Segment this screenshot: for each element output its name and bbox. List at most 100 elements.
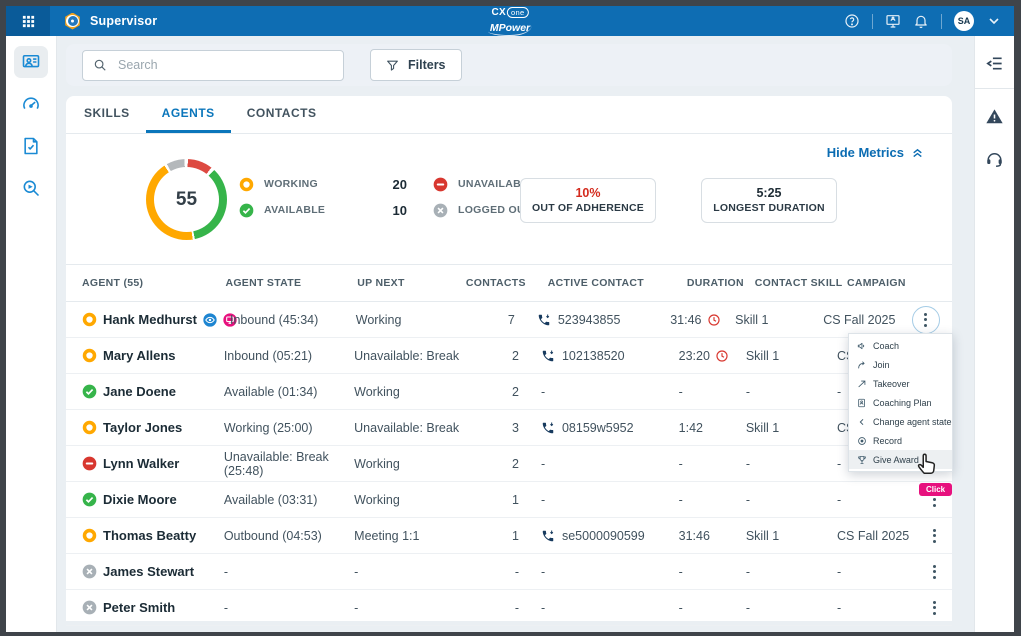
col-header: CAMPAIGN — [844, 277, 940, 289]
menu-item-record[interactable]: Record — [849, 431, 952, 450]
menu-item-coach[interactable]: Coach — [849, 336, 952, 355]
longest-duration-value: 5:25 — [702, 186, 836, 200]
notifications-bell-icon[interactable] — [913, 13, 929, 29]
rnav-alerts[interactable] — [980, 103, 1010, 129]
search-icon — [93, 58, 107, 72]
row-menu-button-active[interactable] — [912, 306, 940, 334]
agent-cell: Taylor Jones — [82, 420, 224, 435]
legend-label: AVAILABLE — [264, 204, 325, 216]
contact-skill: Skill 1 — [733, 313, 820, 327]
help-icon[interactable] — [844, 13, 860, 29]
topbar-divider — [941, 14, 942, 29]
agent-cell: Mary Allens — [82, 348, 224, 363]
agent-name: James Stewart — [103, 564, 194, 579]
row-menu-button[interactable] — [920, 309, 931, 331]
nav-dashboard[interactable] — [14, 88, 48, 120]
menu-item-label: Coaching Plan — [873, 398, 932, 408]
table-row: Lynn WalkerUnavailable: Break (25:48)Wor… — [66, 446, 952, 482]
duration-value: - — [679, 601, 683, 615]
tab-skills[interactable]: SKILLS — [68, 96, 146, 133]
contacts-count: 2 — [461, 457, 519, 471]
tab-agents[interactable]: AGENTS — [146, 96, 231, 133]
menu-item-change-agent-state[interactable]: Change agent state — [849, 412, 952, 431]
left-sidebar — [6, 36, 57, 632]
search-input[interactable] — [116, 57, 333, 73]
up-next: Unavailable: Break — [354, 349, 461, 363]
collapse-panel-icon — [985, 54, 1004, 73]
phone-inbound-icon — [541, 529, 555, 543]
col-header: DURATION — [672, 277, 753, 289]
menu-item-takeover[interactable]: Takeover — [849, 374, 952, 393]
agent-state: Inbound (45:34) — [230, 313, 356, 327]
contacts-count: 7 — [459, 313, 514, 327]
contact-skill: Skill 1 — [744, 529, 834, 543]
col-header: AGENT STATE — [225, 277, 357, 289]
duration-alert-clock-icon — [715, 349, 729, 363]
menu-item-join[interactable]: Join — [849, 355, 952, 374]
search-input-wrapper[interactable] — [82, 50, 344, 81]
agent-name: Jane Doene — [103, 384, 176, 399]
duration-cell: 23:20 — [664, 349, 744, 363]
col-header: UP NEXT — [357, 277, 466, 289]
filters-button[interactable]: Filters — [370, 49, 462, 81]
status-working-icon — [82, 528, 97, 543]
duration-cell: 1:42 — [664, 421, 744, 435]
active-contact-number: 523943855 — [558, 313, 621, 327]
duration-cell: - — [664, 457, 744, 471]
nav-live-monitoring[interactable] — [14, 46, 48, 78]
active-contact-number: - — [541, 385, 545, 399]
headset-icon — [985, 149, 1004, 168]
agent-context-menu: Coach Join Takeover Coaching Plan Change age… — [848, 333, 953, 472]
menu-item-give-award[interactable]: Give Award — [849, 450, 952, 469]
app-launcher-button[interactable] — [6, 6, 50, 36]
status-available-icon — [82, 384, 97, 399]
menu-item-label: Join — [873, 360, 890, 370]
takeover-arrow-icon — [857, 379, 867, 389]
row-menu-button[interactable] — [929, 525, 940, 547]
row-actions — [929, 525, 944, 547]
tab-contacts[interactable]: CONTACTS — [231, 96, 333, 133]
active-contact-cell: se5000090599 — [519, 529, 664, 543]
tab-label: SKILLS — [84, 106, 130, 120]
hide-metrics-link[interactable]: Hide Metrics — [827, 145, 924, 160]
nav-interaction-search[interactable] — [14, 172, 48, 204]
menu-item-coaching-plan[interactable]: Coaching Plan — [849, 393, 952, 412]
agent-state: Available (03:31) — [224, 493, 354, 507]
table-row: Thomas BeattyOutbound (04:53)Meeting 1:1… — [66, 518, 952, 554]
duration-cell: - — [664, 493, 744, 507]
rnav-collapse-panel[interactable] — [980, 50, 1010, 76]
up-next: Working — [354, 493, 461, 507]
status-working-icon — [82, 312, 97, 327]
table-row: Peter Smith------- — [66, 590, 952, 626]
agent-cell: Dixie Moore — [82, 492, 224, 507]
col-header: AGENT (55) — [82, 277, 225, 289]
table-header: AGENT (55)AGENT STATEUP NEXTCONTACTSACTI… — [66, 264, 952, 302]
menu-item-label: Record — [873, 436, 902, 446]
hide-metrics-label: Hide Metrics — [827, 145, 904, 160]
phone-inbound-icon — [541, 349, 555, 363]
screen-share-icon[interactable] — [885, 13, 901, 29]
megaphone-icon — [857, 341, 867, 351]
table-row: Dixie MooreAvailable (03:31)Working1---- — [66, 482, 952, 518]
rnav-support[interactable] — [980, 145, 1010, 171]
status-working-icon — [82, 420, 97, 435]
campaign: - — [834, 601, 929, 615]
contacts-count: 1 — [461, 529, 519, 543]
active-contact-number: - — [541, 601, 545, 615]
duration-cell: 31:46 — [655, 313, 733, 327]
nav-reports[interactable] — [14, 130, 48, 162]
row-menu-button[interactable] — [929, 597, 940, 619]
click-annotation-badge: Click — [919, 483, 952, 496]
legend-label: WORKING — [264, 178, 318, 190]
chevron-down-icon[interactable] — [986, 13, 1002, 29]
agent-name: Dixie Moore — [103, 492, 177, 507]
status-unavailable-icon — [82, 456, 97, 471]
up-next: - — [354, 565, 461, 579]
agent-state: Inbound (05:21) — [224, 349, 354, 363]
up-next: Working — [354, 385, 461, 399]
row-menu-button[interactable] — [929, 561, 940, 583]
warning-triangle-icon — [985, 107, 1004, 126]
phone-inbound-icon — [537, 313, 551, 327]
filters-label: Filters — [408, 58, 446, 72]
user-avatar[interactable]: SA — [954, 11, 974, 31]
